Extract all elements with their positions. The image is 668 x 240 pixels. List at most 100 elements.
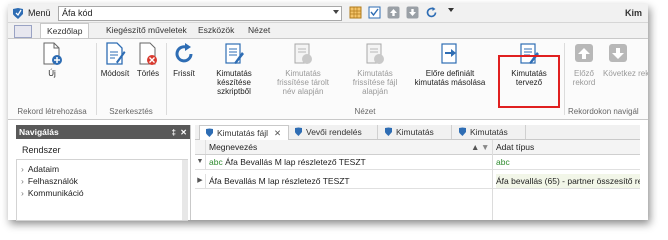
- refresh-file-label: Kimutatás frissítése fájl alapján: [352, 69, 398, 96]
- column-header-label: Megnevezés: [209, 142, 258, 152]
- cell-megnevezes[interactable]: Áfa Bevallás M lap részletező TESZT: [209, 174, 489, 188]
- new-button[interactable]: Új: [34, 42, 70, 78]
- doc-tab-label: Vevői rendelés: [306, 127, 362, 137]
- close-icon[interactable]: ✕: [180, 126, 187, 140]
- shield-icon: [459, 127, 466, 136]
- title-bar: Menü Áfa kód Kim: [8, 4, 648, 23]
- new-button-label: Új: [48, 69, 56, 78]
- delete-button-label: Törlés: [136, 69, 160, 78]
- filter-value: Áfa Bevallás M lap részletező TESZT: [225, 157, 366, 167]
- menu-select[interactable]: Áfa kód: [58, 6, 342, 21]
- next-record-label: Következ rekord: [603, 69, 648, 78]
- delete-button[interactable]: Törlés: [134, 42, 162, 78]
- app-logo-icon: [13, 8, 23, 19]
- ribbon: Új Rekord létrehozása Módosít Törlés Sze…: [8, 38, 648, 120]
- edit-button-label: Módosít: [100, 69, 130, 78]
- chevron-right-icon: ›: [21, 188, 24, 198]
- group-label-view: Nézet: [354, 107, 376, 116]
- filter-row[interactable]: ▼ abc Áfa Bevallás M lap részletező TESZ…: [195, 155, 640, 170]
- row-indicator: [195, 140, 206, 154]
- report-designer-highlight: [498, 55, 560, 108]
- copy-arrow-icon: [441, 43, 457, 64]
- tab-kiegeszito-muveletek[interactable]: Kiegészítő műveletek: [106, 23, 187, 38]
- nav-item-label: Adataim: [27, 164, 60, 174]
- predefined-copy-label: Előre definiált kimutatás másolása: [414, 69, 486, 87]
- grid-icon[interactable]: [349, 6, 362, 19]
- delete-document-icon: [139, 42, 157, 65]
- create-report-button[interactable]: Kimutatás készítése szkriptből: [204, 42, 264, 96]
- menu-select-value: Áfa kód: [62, 8, 93, 18]
- close-icon[interactable]: ✕: [274, 128, 281, 138]
- filter-row-icon: ▼: [195, 155, 206, 169]
- group-divider: [166, 43, 167, 115]
- predefined-copy-button[interactable]: Előre definiált kimutatás másolása: [414, 42, 486, 87]
- pin-icon[interactable]: ‡: [172, 126, 176, 140]
- group-label-edit: Szerkesztés: [109, 107, 153, 116]
- refresh-icon[interactable]: [425, 6, 438, 19]
- refresh-button[interactable]: Frissít: [170, 42, 198, 78]
- nav-item-label: Kommunikáció: [27, 188, 84, 198]
- report-file-icon: [366, 43, 384, 64]
- prev-record-button[interactable]: Előző rekord: [568, 42, 600, 87]
- navigation-panel: Navigálás ‡ ✕ Rendszer › Adataim › Felhasz…: [16, 125, 191, 221]
- doc-tab-kimutatas-2[interactable]: Kimutatás: [453, 125, 526, 139]
- table-row[interactable]: ▶ Áfa Bevallás M lap részletező TESZT Áf…: [195, 174, 640, 189]
- report-refresh-icon: [294, 43, 312, 64]
- chevron-right-icon: ›: [21, 164, 24, 174]
- quick-access-dropdown-icon[interactable]: [448, 8, 454, 12]
- nav-tree: › Adataim › Felhasználók › Kommunikáció: [16, 159, 188, 221]
- arrow-up-icon[interactable]: [387, 6, 400, 19]
- refresh-saved-label: Kimutatás frissítése tárolt név alapján: [276, 69, 329, 96]
- filter-cell-megnevezes[interactable]: abc Áfa Bevallás M lap részletező TESZT: [209, 155, 489, 169]
- doc-tab-label: Kimutatás fájl: [217, 128, 269, 138]
- checkbox-icon[interactable]: [368, 6, 381, 19]
- abc-icon: abc: [496, 157, 510, 167]
- column-header-megnevezes[interactable]: Megnevezés: [209, 140, 489, 154]
- next-record-button[interactable]: Következ rekord: [603, 42, 648, 78]
- prev-record-label: Előző rekord: [572, 69, 596, 87]
- arrow-down-icon: [609, 44, 627, 62]
- group-divider: [96, 43, 97, 115]
- document-tabs: Kimutatás fájl ✕ Vevői rendelés Kimutatás…: [195, 125, 640, 140]
- group-label-create: Rekord létrehozása: [17, 107, 87, 116]
- new-document-icon: [43, 42, 62, 65]
- grid-header-row: Megnevezés ▲ ▼ Adat típus: [195, 140, 640, 155]
- arrow-down-icon[interactable]: [406, 6, 419, 19]
- chevron-right-icon: ›: [21, 176, 24, 186]
- nav-header: Navigálás ‡ ✕: [16, 125, 190, 139]
- refresh-file-button[interactable]: Kimutatás frissítése fájl alapján: [342, 42, 408, 96]
- group-divider: [564, 43, 565, 115]
- nav-section-title: Rendszer: [22, 145, 61, 155]
- refresh-saved-button[interactable]: Kimutatás frissítése tárolt név alapján: [270, 42, 336, 96]
- cell-adat-tipus[interactable]: Áfa bevallás (65) - partner összesítő re: [496, 174, 640, 188]
- doc-tab-kimutatas-1[interactable]: Kimutatás: [379, 125, 452, 139]
- column-divider: [492, 140, 493, 220]
- doc-tab-kimutatas-fajl[interactable]: Kimutatás fájl ✕: [199, 125, 289, 140]
- nav-item-adataim[interactable]: › Adataim: [21, 164, 59, 174]
- shield-icon: [385, 127, 392, 136]
- tab-kezdolap[interactable]: Kezdőlap: [40, 23, 90, 39]
- doc-tab-label: Kimutatás: [396, 127, 434, 137]
- nav-item-label: Felhasználók: [27, 176, 78, 186]
- filter-cell-adat-tipus[interactable]: abc: [496, 155, 636, 169]
- chevron-down-icon[interactable]: [333, 10, 339, 14]
- column-header-label: Adat típus: [496, 142, 535, 152]
- shield-icon: [206, 128, 213, 137]
- column-header-adat-tipus[interactable]: Adat típus: [496, 140, 636, 154]
- shield-icon: [295, 127, 302, 136]
- nav-title: Navigálás: [19, 127, 59, 137]
- window-title: Kim: [624, 8, 642, 18]
- tab-nezet[interactable]: Nézet: [248, 23, 270, 38]
- tab-eszkozok[interactable]: Eszközök: [198, 23, 234, 38]
- group-label-navigate: Rekordokon navigál: [568, 107, 639, 116]
- report-script-icon: [225, 43, 244, 64]
- edit-document-icon: [106, 42, 126, 65]
- app-menu-button[interactable]: [14, 25, 32, 38]
- nav-item-felhasznalok[interactable]: › Felhasználók: [21, 176, 78, 186]
- doc-tab-vevoi-rendeles[interactable]: Vevői rendelés: [289, 125, 378, 139]
- nav-scrollbar[interactable]: [182, 160, 188, 220]
- abc-icon: abc: [209, 157, 223, 167]
- edit-button[interactable]: Módosít: [100, 42, 130, 78]
- nav-item-kommunikacio[interactable]: › Kommunikáció: [21, 188, 84, 198]
- filter-icon[interactable]: ▼: [481, 140, 491, 154]
